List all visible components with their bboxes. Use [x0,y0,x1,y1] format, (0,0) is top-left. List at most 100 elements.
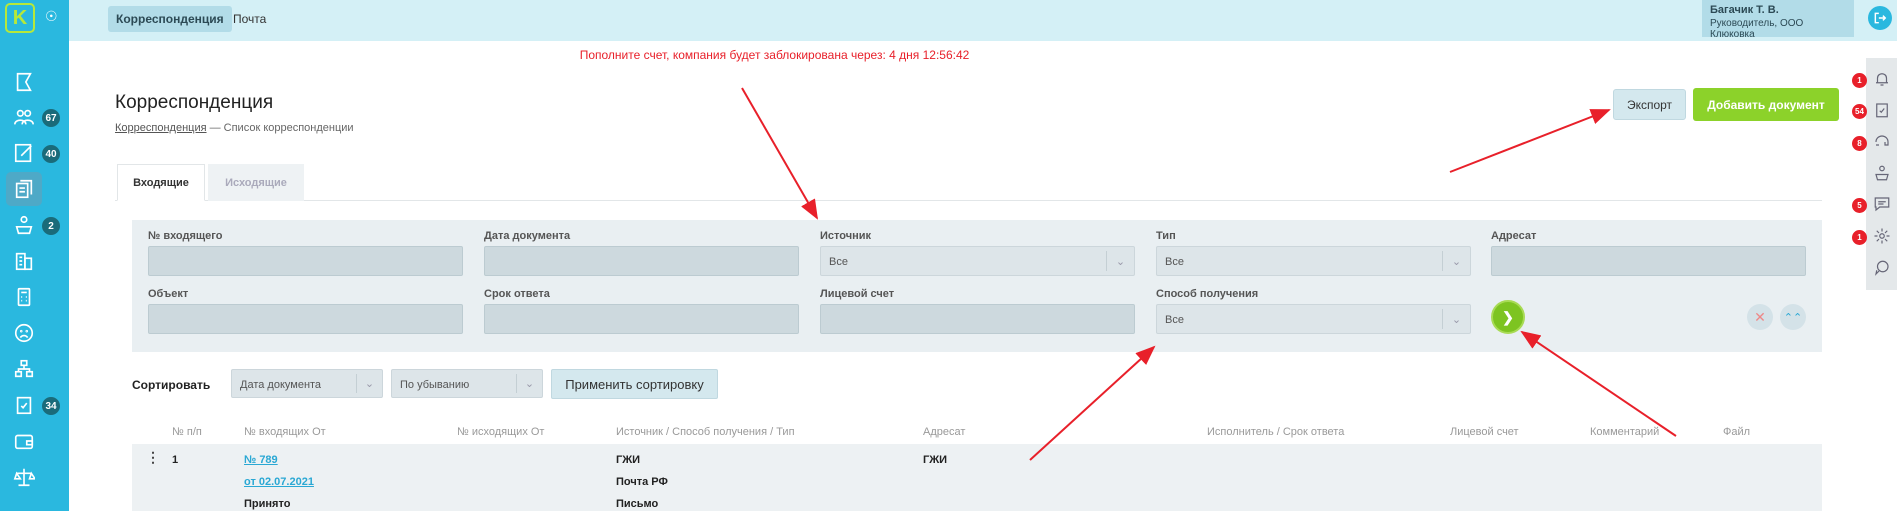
filter-doc-date-input[interactable] [484,246,799,276]
chevron-down-icon: ⌄ [1442,251,1470,271]
apply-sort-button[interactable]: Применить сортировку [551,369,718,399]
sidebar-badge-people: 67 [40,107,62,129]
sort-order-value: По убыванию [400,379,470,391]
filter-receive-method-select[interactable]: Все ⌄ [1156,304,1471,334]
scales-icon [13,468,35,487]
rail-chat[interactable] [1873,259,1891,277]
sort-label: Сортировать [132,378,211,392]
row-incoming-link[interactable]: № 789 [244,454,278,466]
sort-order-select[interactable]: По убыванию ⌄ [391,369,543,398]
add-document-button[interactable]: Добавить документ [1693,88,1839,121]
user-role: Руководитель, ООО Клюковка [1710,18,1804,40]
column-header-comment: Комментарий [1590,426,1660,438]
sad-face-icon [14,323,34,343]
support-icon [1875,135,1889,146]
filter-label-incoming-no: № входящего [148,230,223,242]
filter-label-object: Объект [148,288,189,300]
filter-object-input[interactable] [148,304,463,334]
bell-icon [1876,73,1888,86]
sidebar: K ☉ 67 40 2 34 [0,0,69,511]
apply-filter-button[interactable]: ❯ [1491,300,1525,334]
sort-field-select[interactable]: Дата документа ⌄ [231,369,383,398]
sidebar-badge-reception: 2 [40,215,62,237]
rail-tasks[interactable] [1873,101,1891,119]
reception-icon [15,215,33,235]
filter-addressee-input[interactable] [1491,246,1806,276]
filter-source-select[interactable]: Все ⌄ [820,246,1135,276]
column-header-addressee: Адресат [923,426,966,438]
sidebar-item-checklist[interactable] [6,388,42,422]
top-tab-mail[interactable]: Почта [225,6,274,32]
rail-notifications[interactable] [1873,70,1891,88]
user-menu[interactable]: Багачик Т. В. Руководитель, ООО Клюковка [1702,0,1854,40]
rail-badge-settings: 1 [1852,230,1867,245]
column-header-account: Лицевой счет [1450,426,1519,438]
sidebar-item-people[interactable] [6,100,42,134]
row-type: Письмо [616,498,659,510]
user-name: Багачик Т. В. [1710,4,1779,16]
filter-receive-method-value: Все [1165,314,1184,326]
collapse-filter-button[interactable]: ⌃⌃ [1780,304,1806,330]
org-structure-icon [14,359,34,378]
sidebar-item-reception[interactable] [6,208,42,242]
sidebar-item-complaints[interactable] [6,316,42,350]
row-addressee: ГЖИ [923,454,948,466]
breadcrumb-link[interactable]: Корреспонденция [115,122,207,134]
filter-deadline-input[interactable] [484,304,799,334]
chevron-right-icon: ❯ [1502,308,1514,325]
filter-type-select[interactable]: Все ⌄ [1156,246,1471,276]
row-source: ГЖИ [616,454,641,466]
clear-filter-button[interactable]: ✕ [1747,304,1773,330]
logout-button[interactable] [1868,6,1892,30]
flag-icon [16,72,32,92]
filter-label-deadline: Срок ответа [484,288,550,300]
column-header-source: Источник / Способ получения / Тип [616,426,795,438]
chevrons-up-icon: ⌃⌃ [1783,311,1803,324]
table-row[interactable] [132,444,1822,511]
sidebar-item-correspondence[interactable] [6,172,42,206]
row-incoming-date[interactable]: от 02.07.2021 [244,476,314,488]
top-bar: Корреспонденция Почта [69,0,1897,41]
reception-desk-icon [1875,165,1889,181]
sidebar-badge-checklist: 34 [40,395,62,417]
column-header-file: Файл [1723,426,1751,438]
rail-badge-notifications: 1 [1852,73,1867,88]
row-menu-icon[interactable]: ⋮ [146,450,160,464]
top-tab-correspondence[interactable]: Корреспонденция [108,6,232,32]
sidebar-item-tasks[interactable] [6,136,42,170]
gear-icon [1874,228,1890,244]
sidebar-item-wallet[interactable] [6,424,42,458]
tabs-divider [115,200,1822,201]
sidebar-badge-tasks: 40 [40,143,62,165]
rail-badge-messages: 5 [1852,198,1867,213]
chevron-down-icon: ⌄ [1106,251,1134,271]
rail-reception[interactable] [1873,164,1891,182]
row-num: 1 [172,454,179,466]
filter-label-type: Тип [1156,230,1176,242]
rail-calls[interactable] [1873,133,1891,151]
row-status: Принято [244,498,291,510]
column-header-outgoing: № исходящих От [457,426,545,438]
logout-icon [1874,12,1887,24]
sidebar-item-legal[interactable] [6,460,42,494]
sidebar-item-meters[interactable] [6,280,42,314]
pin-icon[interactable]: ☉ [45,8,58,25]
column-header-executor: Исполнитель / Срок ответа [1207,426,1345,438]
rail-badge-tasks: 54 [1852,104,1867,119]
filter-incoming-no-input[interactable] [148,246,463,276]
sidebar-item-buildings[interactable] [6,244,42,278]
tab-outgoing[interactable]: Исходящие [208,164,304,201]
sidebar-item-flag[interactable] [6,65,42,99]
tab-incoming[interactable]: Входящие [117,164,205,201]
sidebar-item-structure[interactable] [6,352,42,386]
filter-source-value: Все [829,256,848,268]
filter-label-receive-method: Способ получения [1156,288,1259,300]
rail-messages[interactable] [1873,195,1891,213]
filter-account-input[interactable] [820,304,1135,334]
sort-field-value: Дата документа [240,379,322,391]
rail-settings[interactable] [1873,227,1891,245]
billing-warning: Пополните счет, компания будет заблокиро… [579,48,970,62]
chevron-down-icon: ⌄ [356,374,382,393]
export-button[interactable]: Экспорт [1613,89,1686,120]
app-logo[interactable]: K [5,3,35,33]
